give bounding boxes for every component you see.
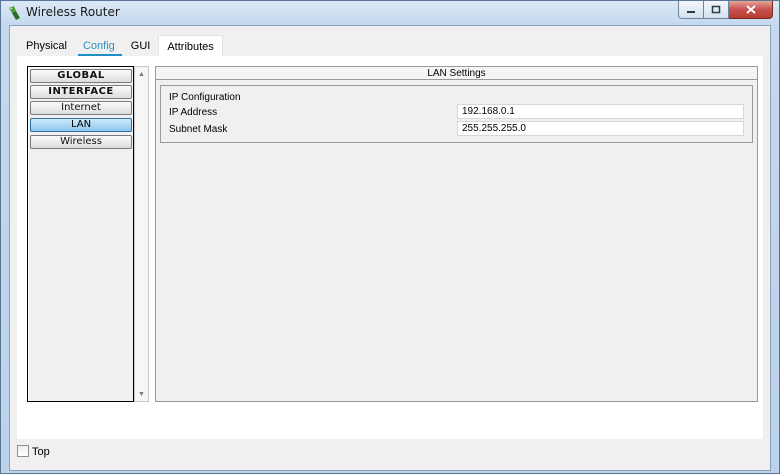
- minimize-icon: [687, 10, 695, 13]
- top-checkbox[interactable]: [17, 445, 29, 457]
- tab-attributes[interactable]: Attributes: [158, 35, 223, 57]
- sidebar-scrollbar[interactable]: ▲ ▼: [134, 66, 149, 402]
- sidebar-item-wireless[interactable]: Wireless: [30, 135, 132, 149]
- maximize-button[interactable]: [704, 1, 729, 19]
- lan-settings-panel: LAN Settings IP Configuration IP Address…: [155, 66, 758, 402]
- minimize-button[interactable]: [678, 1, 704, 19]
- ip-address-label: IP Address: [169, 107, 218, 118]
- maximize-icon: [711, 5, 721, 14]
- window-controls: [678, 1, 773, 19]
- config-sidebar: GLOBAL INTERFACE Internet LAN Wireless: [27, 66, 134, 402]
- client-area: Physical Config GUI Attributes GLOBAL IN…: [9, 25, 771, 471]
- ip-address-field[interactable]: 192.168.0.1: [457, 104, 744, 119]
- window-title: Wireless Router: [26, 5, 120, 19]
- subnet-mask-field[interactable]: 255.255.255.0: [457, 121, 744, 136]
- tab-bar: Physical Config GUI Attributes: [18, 35, 223, 57]
- sidebar-item-global[interactable]: GLOBAL: [30, 69, 132, 83]
- top-checkbox-label[interactable]: Top: [32, 446, 50, 458]
- subnet-mask-label: Subnet Mask: [169, 124, 228, 135]
- tab-physical[interactable]: Physical: [18, 35, 75, 57]
- close-button[interactable]: [729, 1, 773, 19]
- panel-header: LAN Settings: [156, 67, 757, 80]
- scroll-down-arrow-icon[interactable]: ▼: [135, 387, 148, 401]
- sidebar-item-lan[interactable]: LAN: [30, 118, 132, 132]
- config-panel: GLOBAL INTERFACE Internet LAN Wireless ▲…: [17, 56, 763, 439]
- app-window: Wireless Router Physical Config GUI Attr…: [0, 0, 780, 474]
- title-bar[interactable]: Wireless Router: [1, 1, 779, 25]
- sidebar-item-interface[interactable]: INTERFACE: [30, 85, 132, 99]
- tab-gui[interactable]: GUI: [122, 35, 159, 57]
- scroll-up-arrow-icon[interactable]: ▲: [135, 67, 148, 81]
- close-icon: [745, 5, 756, 14]
- sidebar-item-internet[interactable]: Internet: [30, 101, 132, 115]
- router-app-icon: [7, 5, 23, 21]
- tab-config[interactable]: Config: [74, 35, 123, 57]
- ip-configuration-group: IP Configuration IP Address 192.168.0.1 …: [160, 85, 753, 143]
- group-title: IP Configuration: [169, 92, 241, 103]
